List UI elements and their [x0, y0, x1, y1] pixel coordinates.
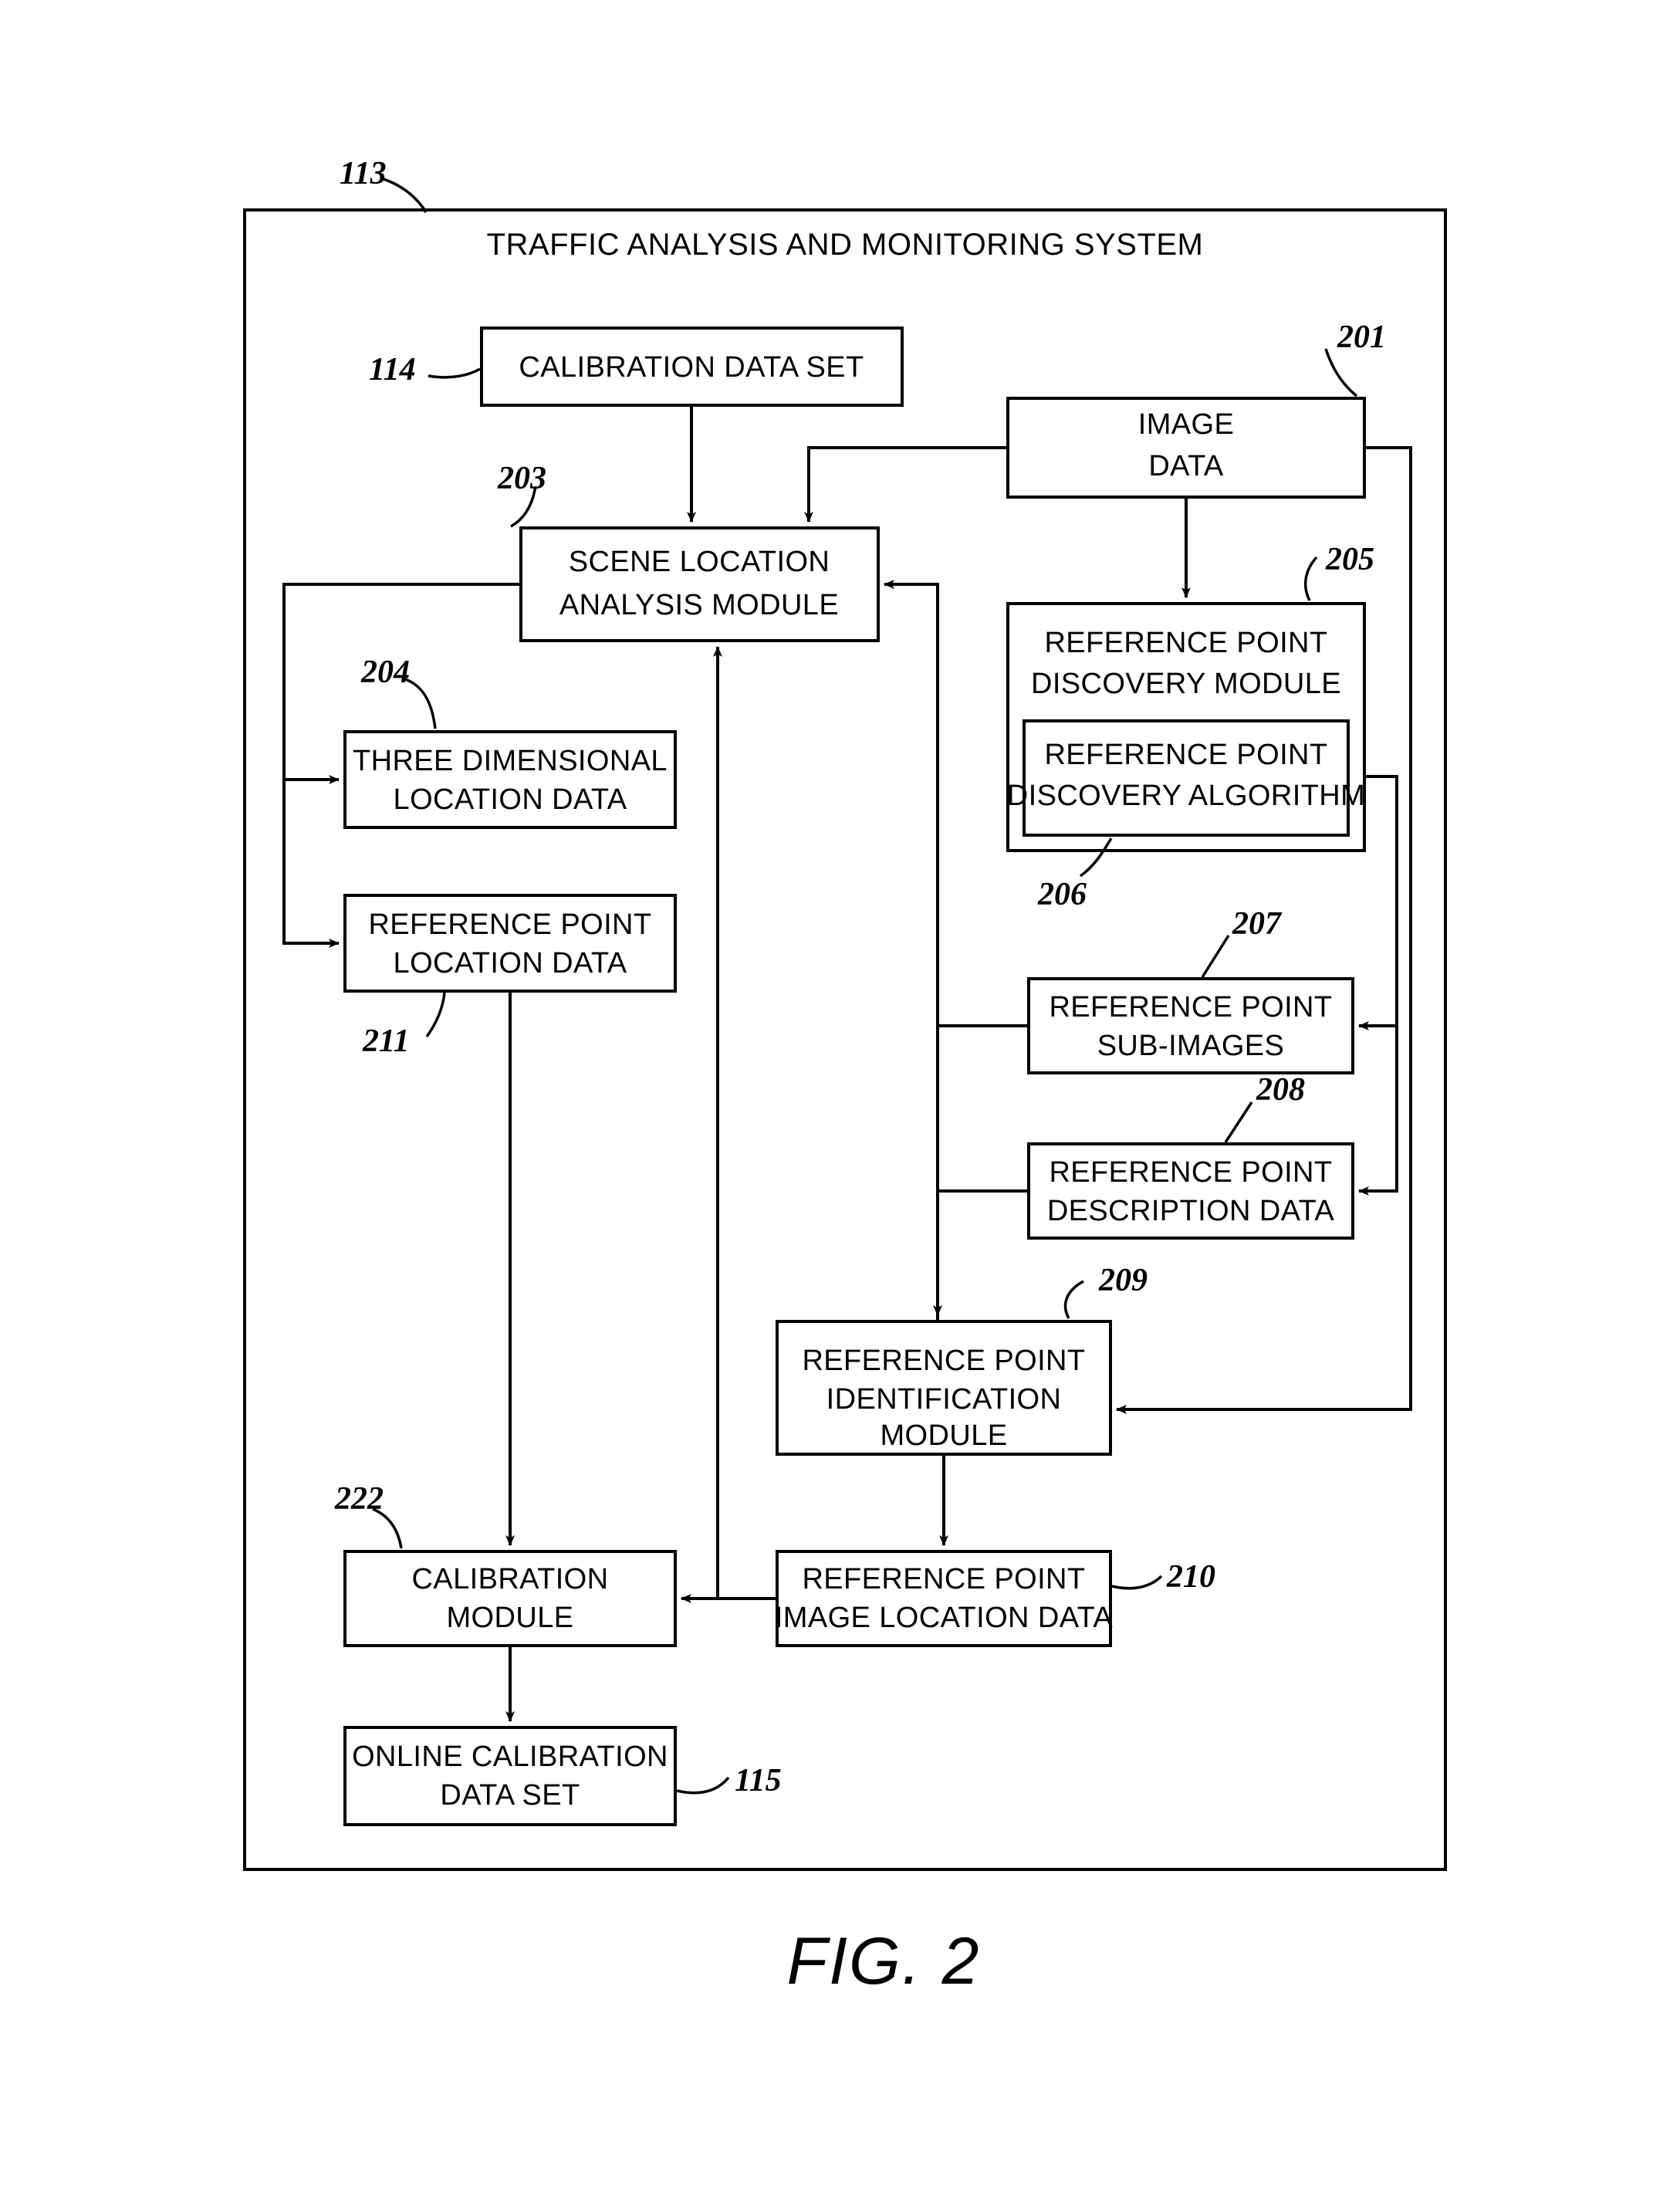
label-rp-description-data-line1: REFERENCE POINT: [1049, 1156, 1332, 1189]
ref-number-211: 211: [362, 1023, 410, 1059]
ref-number-210: 210: [1166, 1559, 1215, 1595]
label-online-calibration-line1: ONLINE CALIBRATION: [352, 1741, 668, 1773]
leader-113: [383, 178, 428, 213]
ref-number-203: 203: [497, 461, 546, 496]
figure-caption: FIG. 2: [787, 1924, 981, 1998]
label-calibration-module-line1: CALIBRATION: [412, 1563, 609, 1595]
ref-number-204: 204: [360, 655, 410, 690]
label-rp-identification-line3: MODULE: [881, 1419, 1008, 1452]
label-rp-sub-images-line1: REFERENCE POINT: [1049, 991, 1332, 1023]
ref-number-222: 222: [334, 1481, 384, 1517]
label-3d-location-data-line2: LOCATION DATA: [394, 783, 627, 816]
label-calibration-module-line2: MODULE: [447, 1602, 574, 1634]
ref-number-207: 207: [1232, 906, 1283, 942]
ref-number-208: 208: [1256, 1072, 1305, 1108]
label-rp-description-data-line2: DESCRIPTION DATA: [1047, 1195, 1335, 1227]
label-rp-location-data-line2: LOCATION DATA: [394, 947, 627, 979]
label-online-calibration-line2: DATA SET: [440, 1779, 580, 1812]
label-scene-module-line1: SCENE LOCATION: [569, 546, 830, 578]
label-3d-location-data-line1: THREE DIMENSIONAL: [353, 745, 668, 777]
label-rp-location-data-line1: REFERENCE POINT: [368, 908, 651, 941]
label-rp-sub-images-line2: SUB-IMAGES: [1097, 1030, 1285, 1062]
ref-number-206: 206: [1037, 877, 1087, 912]
label-image-data-line1: IMAGE: [1138, 408, 1234, 441]
ref-number-201: 201: [1337, 320, 1386, 355]
ref-number-114: 114: [369, 352, 416, 387]
label-rp-discovery-module-line1: REFERENCE POINT: [1044, 627, 1327, 659]
ref-number-209: 209: [1098, 1263, 1148, 1298]
label-rp-discovery-algo-line1: REFERENCE POINT: [1044, 739, 1327, 771]
patent-figure: TRAFFIC ANALYSIS AND MONITORING SYSTEM 1…: [0, 0, 1680, 2189]
label-rp-discovery-module-line2: DISCOVERY MODULE: [1031, 668, 1341, 700]
label-image-data-line2: DATA: [1148, 450, 1224, 482]
label-rp-image-location-line2: IMAGE LOCATION DATA: [775, 1602, 1114, 1634]
box-scene-location-analysis-module: [519, 526, 880, 642]
label-rp-discovery-algo-line2: DISCOVERY ALGORITHM: [1007, 780, 1365, 812]
label-rp-identification-line2: IDENTIFICATION: [826, 1383, 1062, 1416]
ref-number-113: 113: [340, 156, 387, 191]
ref-number-205: 205: [1325, 542, 1374, 577]
label-rp-image-location-line1: REFERENCE POINT: [802, 1563, 1085, 1595]
label-rp-identification-line1: REFERENCE POINT: [802, 1345, 1085, 1377]
ref-number-115: 115: [735, 1763, 782, 1798]
diagram-canvas: TRAFFIC ANALYSIS AND MONITORING SYSTEM 1…: [243, 156, 1447, 1998]
system-title: TRAFFIC ANALYSIS AND MONITORING SYSTEM: [487, 228, 1204, 262]
label-calibration-data-set: CALIBRATION DATA SET: [519, 351, 864, 384]
label-scene-module-line2: ANALYSIS MODULE: [559, 589, 839, 621]
